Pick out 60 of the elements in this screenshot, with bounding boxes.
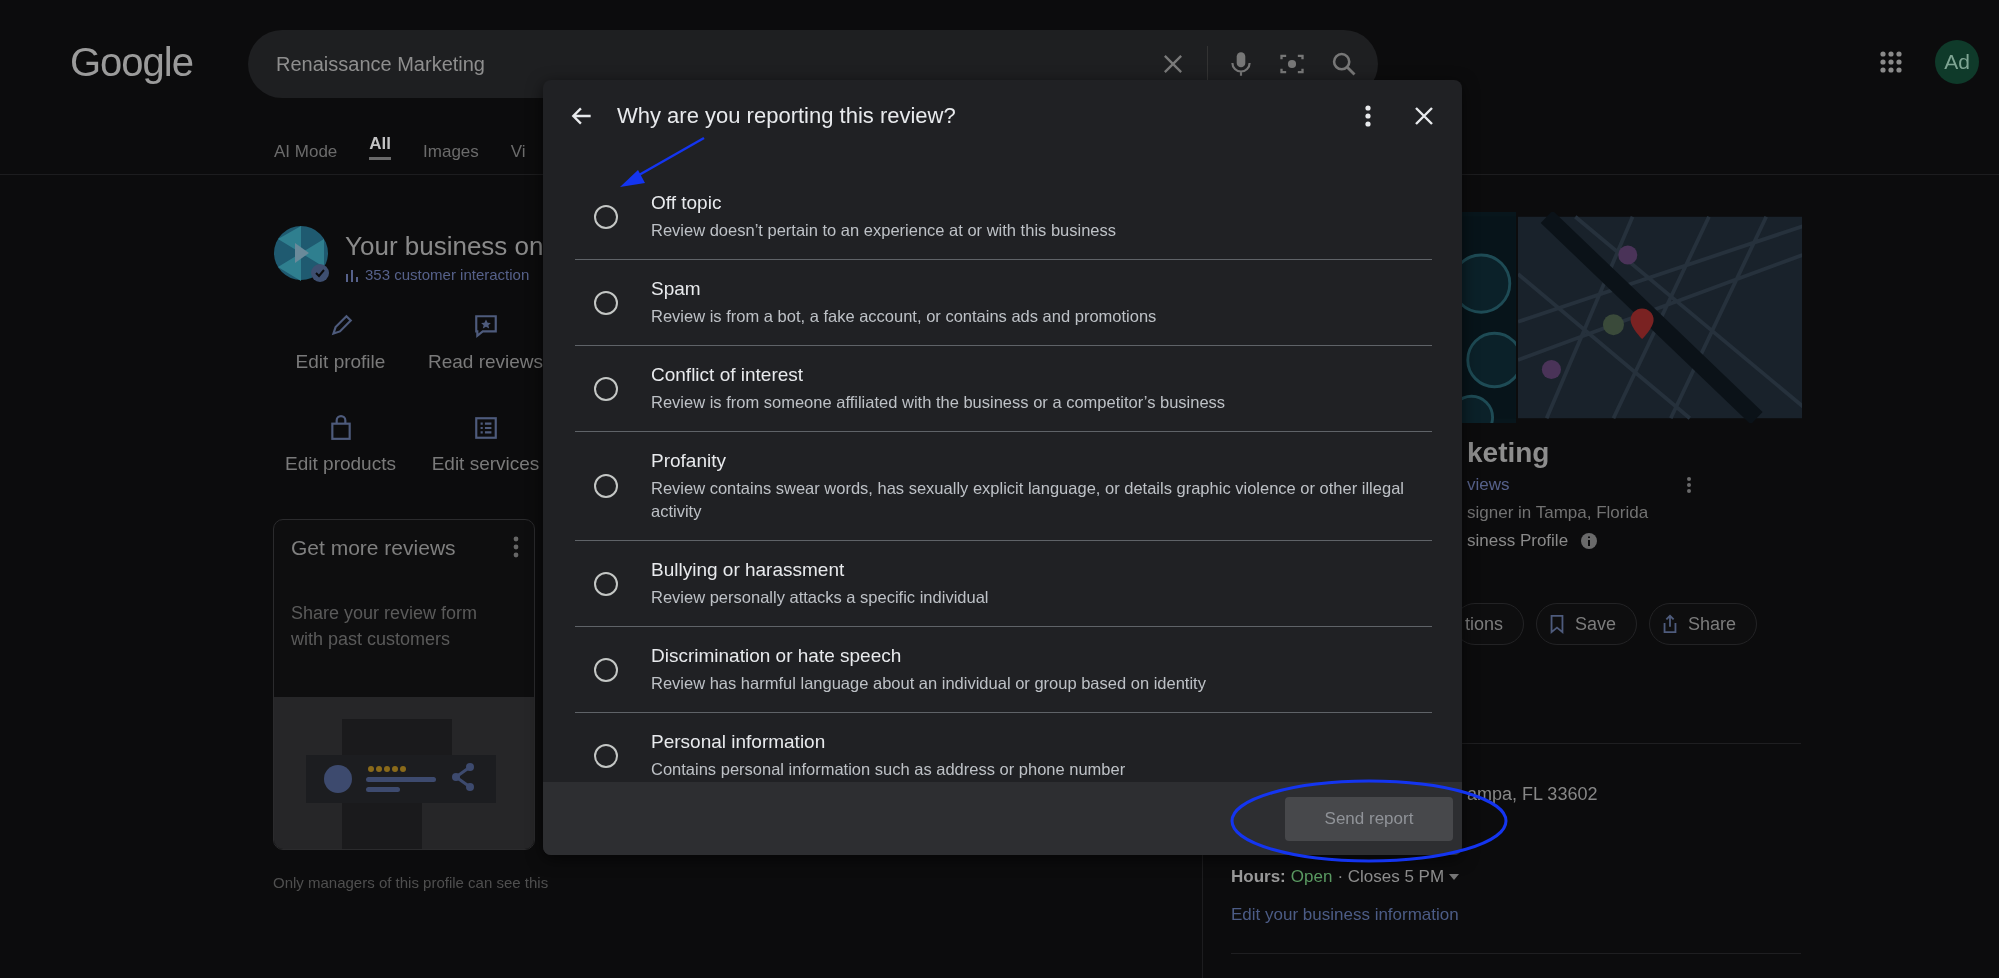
reviews-link[interactable]: views [1467,475,1510,495]
radio-button[interactable] [594,657,618,682]
search-icon[interactable] [1330,50,1358,78]
dropdown-caret-icon[interactable] [1449,874,1460,880]
option-description: Review has harmful language about an individual or group based on identity [651,673,1206,694]
list-icon [472,415,499,441]
business-category: signer in Tampa, Florida [1467,503,1650,523]
action-pill[interactable]: Save [1536,603,1638,645]
option-label: Off topic [651,191,723,215]
radio-button[interactable] [594,376,618,401]
business-name: keting [1467,437,1551,469]
visibility-note: Only managers of this profile can see this [273,874,550,891]
business-logo-icon [273,225,331,283]
option-label: Profanity [651,449,727,473]
search-tab[interactable]: Images [423,128,479,174]
radio-button[interactable] [594,474,618,498]
search-tab[interactable]: Vi [510,128,526,174]
dialog-title: Why are you reporting this review? [617,103,957,129]
search-tab[interactable]: AI Mode [274,128,338,174]
option-description: Review is from a bot, a fake account, or contains ads and promotions [651,306,1157,327]
radio-button[interactable] [594,290,618,315]
bar-chart-icon [345,267,359,282]
action-button[interactable]: Edit products [273,415,408,475]
option-label: Personal information [651,730,827,754]
option-description: Review contains swear words, has sexually explicit language, or details graphic violence or other illegal activity [651,478,1405,522]
search-tab[interactable]: All [369,128,392,160]
microphone-icon[interactable] [1228,50,1254,78]
option-label: Discrimination or hate speech [651,644,903,668]
more-options-icon[interactable] [1364,104,1372,128]
action-button[interactable]: Edit profile [273,313,408,373]
star-rating-drawing [368,766,406,772]
option-label: Spam [651,277,702,301]
account-avatar[interactable]: Ad [1935,40,1979,84]
profile-label: siness Profile [1467,531,1569,551]
interaction-stats: 353 customer interaction [365,266,530,283]
review-bubble-icon [472,313,499,339]
radio-button[interactable] [594,571,618,596]
action-pill[interactable]: Share [1649,603,1758,645]
hours-label: Hours: [1231,867,1286,887]
option-description: Contains personal information such as address or phone number [651,759,1126,780]
search-input[interactable]: Renaissance Marketing [276,52,1159,76]
edit-business-link[interactable]: Edit your business information [1231,905,1459,925]
apps-grid-icon[interactable] [1879,50,1903,74]
google-logo[interactable]: Google [70,40,192,85]
action-button[interactable]: Read reviews [418,313,553,373]
option-description: Review doesn’t pertain to an experience at or with this business [651,220,1116,241]
info-icon[interactable] [1580,532,1599,550]
option-description: Review is from someone affiliated with the business or a competitor’s business [651,392,1226,413]
open-status: Open [1290,867,1333,887]
card-text: Share your review form with past customers [290,602,479,651]
business-title: Your business on [345,231,544,262]
option-label: Bullying or harassment [651,558,846,582]
card-title: Get more reviews [291,536,456,560]
radio-button[interactable] [594,204,618,229]
option-label: Conflict of interest [651,363,805,387]
map-thumbnail[interactable] [1517,212,1802,423]
option-description: Review personally attacks a specific individual [651,587,989,608]
action-button[interactable]: Edit services [418,415,553,475]
closing-time[interactable]: · Closes 5 PM [1337,867,1445,887]
radio-button[interactable] [594,743,618,768]
